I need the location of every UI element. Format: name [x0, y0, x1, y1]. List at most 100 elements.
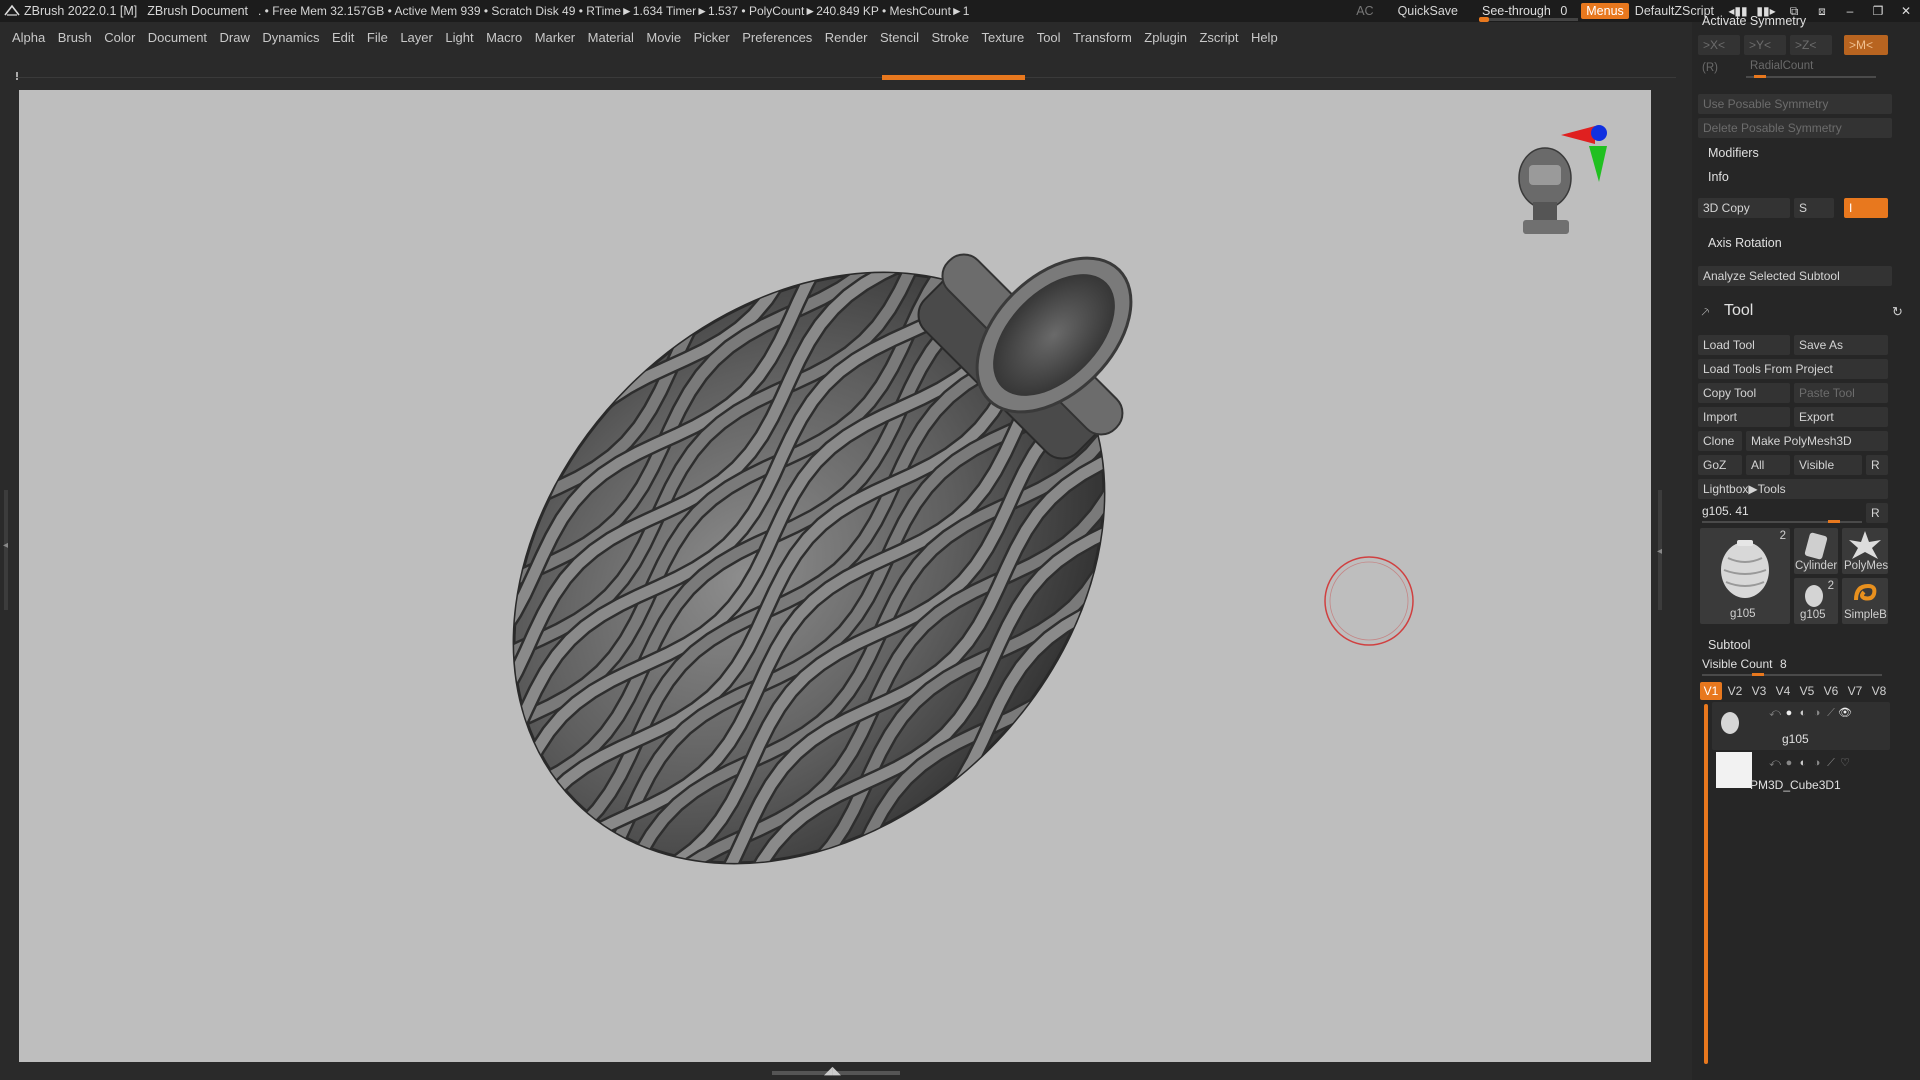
symmetry-z-button[interactable]: >Z< — [1790, 35, 1832, 55]
v5-tab[interactable]: V5 — [1796, 682, 1818, 700]
subtool-eye-icon[interactable]: 👁 — [1838, 706, 1852, 719]
v1-tab[interactable]: V1 — [1700, 682, 1722, 700]
menu-tool[interactable]: Tool — [1037, 30, 1061, 45]
menu-macro[interactable]: Macro — [486, 30, 522, 45]
subtool-eye-icon-2[interactable]: ♡ — [1838, 756, 1852, 769]
subtool-row-g105[interactable]: ⤺ ● ◐ ◑ ⟋ 👁 g105 — [1712, 702, 1890, 750]
subtool-material-icon[interactable]: ◐ — [1796, 707, 1810, 719]
goz-all-button[interactable]: All — [1746, 455, 1790, 475]
subtool-section-title[interactable]: Subtool — [1708, 638, 1750, 652]
vase-model[interactable] — [19, 90, 1651, 1062]
visible-count-knob[interactable] — [1752, 673, 1765, 676]
info-section[interactable]: Info — [1708, 170, 1729, 184]
tool-palette-refresh-icon[interactable]: ↻ — [1892, 304, 1903, 320]
radial-r-label[interactable]: (R) — [1702, 62, 1718, 74]
tool-thumb-polymesh[interactable]: PolyMes — [1842, 528, 1888, 574]
menu-brush[interactable]: Brush — [58, 30, 92, 45]
menus-toggle-button[interactable]: Menus — [1581, 3, 1629, 19]
menu-stencil[interactable]: Stencil — [880, 30, 919, 45]
menu-transform[interactable]: Transform — [1073, 30, 1132, 45]
visible-count-track[interactable] — [1702, 674, 1882, 676]
symmetry-x-button[interactable]: >X< — [1698, 35, 1740, 55]
paste-tool-button[interactable]: Paste Tool — [1794, 383, 1888, 403]
current-tool-slider-label[interactable]: g105. 41 — [1702, 504, 1749, 518]
3d-copy-s-button[interactable]: S — [1794, 198, 1834, 218]
menu-file[interactable]: File — [367, 30, 388, 45]
use-posable-symmetry-button[interactable]: Use Posable Symmetry — [1698, 94, 1892, 114]
v4-tab[interactable]: V4 — [1772, 682, 1794, 700]
make-polymesh3d-button[interactable]: Make PolyMesh3D — [1746, 431, 1888, 451]
current-tool-r-button[interactable]: R — [1866, 503, 1888, 523]
clone-button[interactable]: Clone — [1698, 431, 1742, 451]
menu-preferences[interactable]: Preferences — [742, 30, 812, 45]
tool-thumb-main[interactable]: 2 g105 — [1700, 528, 1790, 624]
delete-posable-symmetry-button[interactable]: Delete Posable Symmetry — [1698, 118, 1892, 138]
menu-picker[interactable]: Picker — [694, 30, 730, 45]
canvas-viewport[interactable] — [19, 90, 1651, 1062]
tool-palette-title[interactable]: Tool — [1724, 302, 1753, 320]
lightbox-tools-button[interactable]: Lightbox▶Tools — [1698, 479, 1888, 499]
load-tool-button[interactable]: Load Tool — [1698, 335, 1790, 355]
3d-copy-value-field[interactable]: I — [1844, 198, 1888, 218]
subtool-dynamesh-icon[interactable]: ◑ — [1810, 707, 1824, 719]
visible-count-label[interactable]: Visible Count — [1702, 657, 1773, 671]
menu-color[interactable]: Color — [104, 30, 135, 45]
subtool-row-icons[interactable]: ⤺ ● ◐ ◑ ⟋ 👁 — [1768, 704, 1852, 720]
symmetry-y-button[interactable]: >Y< — [1744, 35, 1786, 55]
activate-symmetry-label[interactable]: Activate Symmetry — [1702, 14, 1806, 28]
v7-tab[interactable]: V7 — [1844, 682, 1866, 700]
menu-render[interactable]: Render — [825, 30, 868, 45]
goz-visible-button[interactable]: Visible — [1794, 455, 1862, 475]
ac-label[interactable]: AC — [1356, 4, 1373, 18]
menu-alpha[interactable]: Alpha — [12, 30, 45, 45]
see-through-slider[interactable]: See-through 0 — [1479, 4, 1579, 22]
close-icon[interactable]: ✕ — [1892, 4, 1920, 18]
menu-zplugin[interactable]: Zplugin — [1144, 30, 1187, 45]
subtool-row-icons-2[interactable]: ⤺ ● ◐ ◑ ⟋ ♡ — [1768, 754, 1852, 770]
goz-button[interactable]: GoZ — [1698, 455, 1742, 475]
subtool-material-icon-2[interactable]: ◐ — [1796, 757, 1810, 769]
subtool-polypaint-icon[interactable]: ● — [1782, 707, 1796, 719]
tool-thumb-simpleb[interactable]: SimpleB — [1842, 578, 1888, 624]
axis-rotation-section[interactable]: Axis Rotation — [1708, 236, 1782, 250]
goz-r-button[interactable]: R — [1866, 455, 1888, 475]
tool-thumb-g105-small[interactable]: 2 g105 — [1794, 578, 1838, 624]
menu-stroke[interactable]: Stroke — [931, 30, 969, 45]
subtool-lock-icon[interactable]: ⤺ — [1768, 707, 1782, 720]
radial-count-label[interactable]: RadialCount — [1750, 60, 1813, 72]
load-tools-from-project-button[interactable]: Load Tools From Project — [1698, 359, 1888, 379]
menu-movie[interactable]: Movie — [646, 30, 681, 45]
import-button[interactable]: Import — [1698, 407, 1790, 427]
v6-tab[interactable]: V6 — [1820, 682, 1842, 700]
v8-tab[interactable]: V8 — [1868, 682, 1890, 700]
symmetry-m-button[interactable]: >M< — [1844, 35, 1888, 55]
save-as-button[interactable]: Save As — [1794, 335, 1888, 355]
menu-texture[interactable]: Texture — [982, 30, 1025, 45]
3d-copy-button[interactable]: 3D Copy — [1698, 198, 1790, 218]
subtool-list-scrollbar[interactable] — [1704, 704, 1708, 1064]
copy-tool-button[interactable]: Copy Tool — [1698, 383, 1790, 403]
analyze-selected-subtool-button[interactable]: Analyze Selected Subtool — [1698, 266, 1892, 286]
subtool-brush-icon-2[interactable]: ⟋ — [1824, 757, 1838, 770]
navigation-gyro-icon[interactable] — [1509, 110, 1649, 250]
subtool-polypaint-icon-2[interactable]: ● — [1782, 757, 1796, 769]
minimize-icon[interactable]: – — [1836, 4, 1864, 18]
menu-edit[interactable]: Edit — [332, 30, 354, 45]
layout-icon-4[interactable]: ⧈ — [1808, 4, 1836, 19]
tool-thumb-cylinder[interactable]: Cylinder — [1794, 528, 1838, 574]
current-tool-knob[interactable] — [1828, 520, 1840, 523]
v3-tab[interactable]: V3 — [1748, 682, 1770, 700]
subtool-row-cube[interactable]: ⤺ ● ◐ ◑ ⟋ ♡ PM3D_Cube3D1 — [1712, 752, 1890, 796]
modifiers-section[interactable]: Modifiers — [1708, 146, 1759, 160]
menu-help[interactable]: Help — [1251, 30, 1278, 45]
right-tray-arrow-icon[interactable]: ◂ — [1657, 546, 1662, 557]
v2-tab[interactable]: V2 — [1724, 682, 1746, 700]
export-button[interactable]: Export — [1794, 407, 1888, 427]
zbrush-logo-icon[interactable] — [4, 3, 20, 20]
expand-tray-icon[interactable]: ◢◣ — [824, 1064, 841, 1077]
menu-document[interactable]: Document — [148, 30, 207, 45]
subtool-dynamesh-icon-2[interactable]: ◑ — [1810, 757, 1824, 769]
subtool-lock-icon-2[interactable]: ⤺ — [1768, 757, 1782, 770]
menu-material[interactable]: Material — [588, 30, 634, 45]
radial-count-knob[interactable] — [1754, 75, 1766, 78]
